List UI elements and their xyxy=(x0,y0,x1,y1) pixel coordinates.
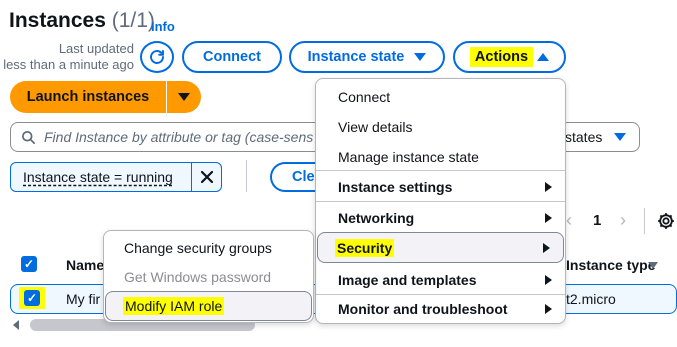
menu-item-view-details[interactable]: View details xyxy=(316,112,565,142)
launch-instances-split-button: Launch instances xyxy=(10,81,201,113)
menu-item-instance-settings[interactable]: Instance settings xyxy=(316,171,565,202)
instance-count: (1/1) xyxy=(111,9,155,32)
close-icon xyxy=(200,170,213,184)
states-filter-label: states xyxy=(565,129,603,145)
caret-down-icon xyxy=(414,53,427,61)
checkbox-checked-icon: ✓ xyxy=(26,291,38,305)
last-updated: Last updated less than a minute ago xyxy=(3,41,134,73)
security-submenu: Change security groups Get Windows passw… xyxy=(103,230,314,323)
checkbox-checked-icon: ✓ xyxy=(23,257,35,271)
select-all-checkbox[interactable]: ✓ xyxy=(21,256,37,272)
remove-filter-button[interactable] xyxy=(191,163,221,191)
menu-item-label: Manage instance state xyxy=(338,149,479,165)
sort-caret-icon[interactable] xyxy=(648,262,658,269)
submenu-item-change-security-groups[interactable]: Change security groups xyxy=(104,233,313,263)
filter-divider xyxy=(246,160,247,192)
menu-item-image-and-templates[interactable]: Image and templates xyxy=(316,264,565,295)
info-link[interactable]: Info xyxy=(151,19,175,34)
pagination-divider xyxy=(644,208,645,234)
menu-item-label: Image and templates xyxy=(338,271,477,288)
refresh-button[interactable] xyxy=(140,41,174,73)
submenu-arrow-icon xyxy=(543,242,550,253)
scroll-left-icon[interactable] xyxy=(13,320,19,330)
caret-down-icon xyxy=(614,133,627,141)
menu-item-networking[interactable]: Networking xyxy=(316,202,565,233)
submenu-item-modify-iam-role[interactable]: Modify IAM role xyxy=(105,291,312,321)
submenu-item-get-windows-password: Get Windows password xyxy=(104,262,313,292)
chevron-right-icon[interactable]: › xyxy=(620,210,626,231)
page-title-text: Instances xyxy=(9,9,106,32)
refresh-icon xyxy=(150,50,164,64)
actions-label: Actions xyxy=(469,47,534,67)
row-instance-type: t2.micro xyxy=(566,291,616,307)
submenu-arrow-icon xyxy=(545,274,552,285)
actions-menu: Connect View details Manage instance sta… xyxy=(315,78,566,324)
menu-item-label: Monitor and troubleshoot xyxy=(338,301,508,317)
menu-item-label: Networking xyxy=(338,209,415,226)
row-checkbox[interactable]: ✓ xyxy=(24,290,40,306)
submenu-item-label: Change security groups xyxy=(124,240,272,256)
launch-instances-dropdown[interactable] xyxy=(166,81,201,113)
submenu-item-label: Get Windows password xyxy=(124,269,272,285)
connect-button[interactable]: Connect xyxy=(182,41,282,73)
instance-state-label: Instance state xyxy=(307,49,405,65)
menu-item-security[interactable]: Security xyxy=(317,232,564,263)
menu-item-label: View details xyxy=(338,119,413,135)
column-header-name[interactable]: Name xyxy=(66,257,104,273)
menu-item-label: Security xyxy=(335,238,395,257)
menu-item-manage-instance-state[interactable]: Manage instance state xyxy=(316,142,565,172)
search-input[interactable]: Find Instance by attribute or tag (case-… xyxy=(10,122,340,152)
submenu-item-label: Modify IAM role xyxy=(123,297,225,315)
caret-down-icon xyxy=(178,93,190,101)
filter-token-label[interactable]: Instance state = running xyxy=(11,163,191,191)
last-updated-value: less than a minute ago xyxy=(3,57,134,72)
submenu-arrow-icon xyxy=(545,181,552,192)
launch-instances-button[interactable]: Launch instances xyxy=(10,81,166,113)
last-updated-label: Last updated xyxy=(58,41,134,56)
filter-token: Instance state = running xyxy=(10,162,222,192)
actions-dropdown[interactable]: Actions xyxy=(453,41,566,73)
search-placeholder: Find Instance by attribute or tag (case-… xyxy=(44,129,314,145)
column-header-instance-type[interactable]: Instance type xyxy=(566,257,655,273)
menu-item-label: Instance settings xyxy=(338,178,453,195)
settings-gear-icon[interactable] xyxy=(656,211,676,231)
submenu-arrow-icon xyxy=(545,212,552,223)
chevron-left-icon[interactable]: ‹ xyxy=(566,210,572,231)
menu-item-monitor-and-troubleshoot[interactable]: Monitor and troubleshoot xyxy=(316,294,565,324)
page-title: Instances (1/1) xyxy=(9,9,155,33)
row-instance-name: My fir xyxy=(66,291,101,307)
menu-item-connect[interactable]: Connect xyxy=(316,82,565,112)
search-icon xyxy=(22,130,35,144)
instance-state-dropdown[interactable]: Instance state xyxy=(289,41,445,73)
submenu-arrow-icon xyxy=(545,304,552,314)
menu-item-label: Connect xyxy=(338,89,391,105)
current-page[interactable]: 1 xyxy=(593,212,601,229)
caret-up-icon xyxy=(537,53,550,61)
